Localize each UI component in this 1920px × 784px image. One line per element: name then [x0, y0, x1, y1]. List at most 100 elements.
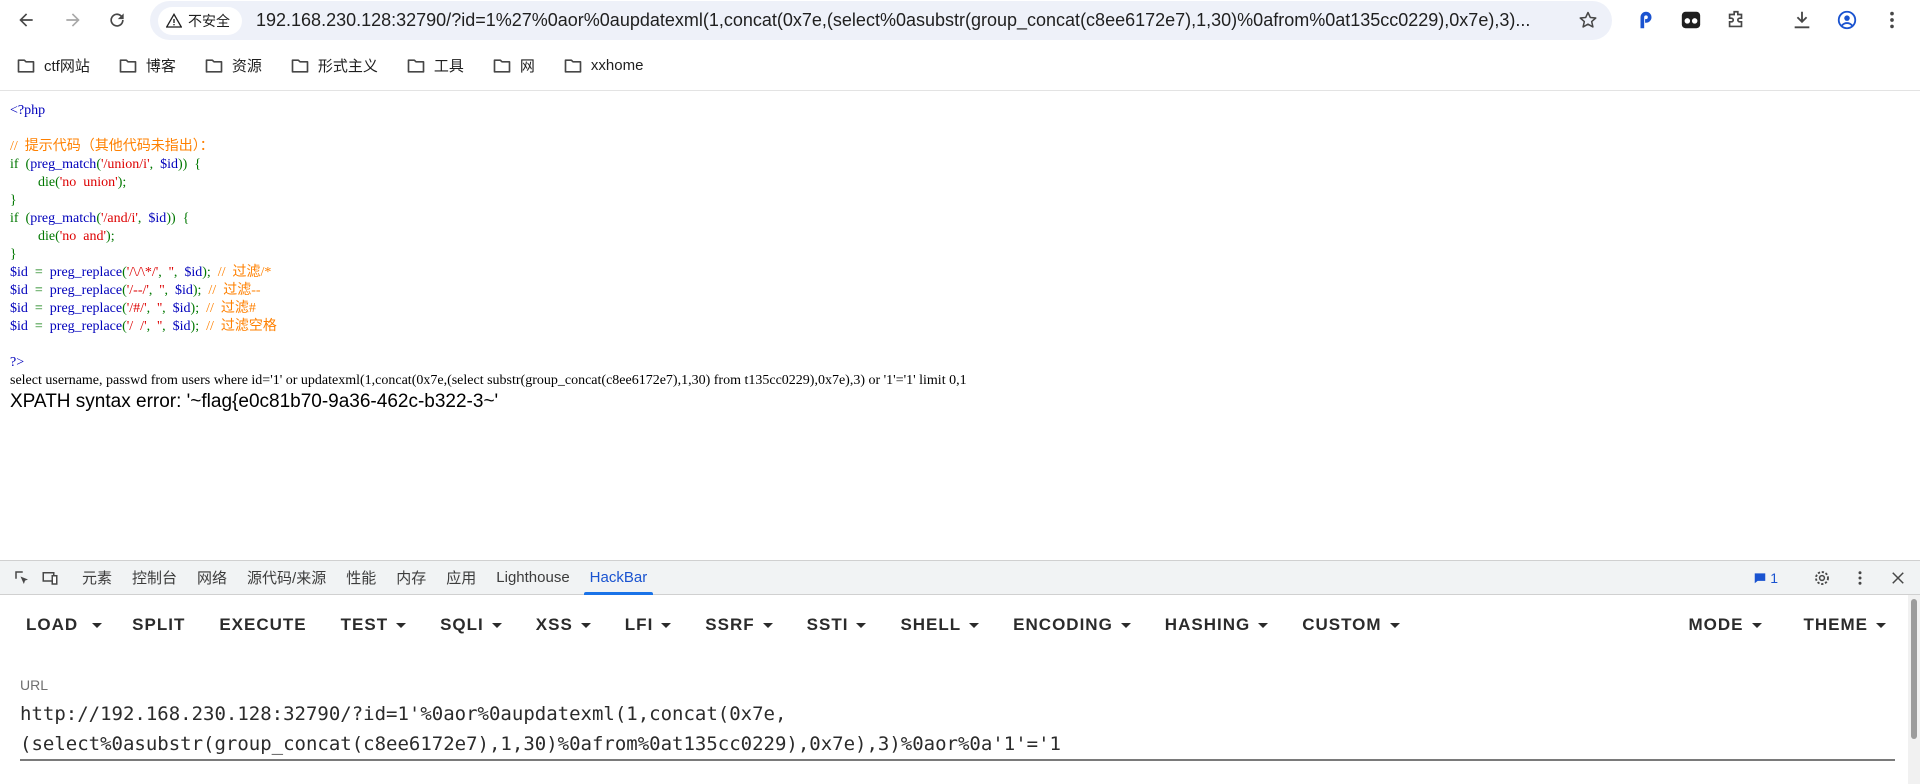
- code-token: =: [34, 319, 50, 334]
- code-line: }: [10, 247, 17, 262]
- code-token: ,: [146, 319, 158, 334]
- hackbar-ssrf-button[interactable]: SSRF: [705, 615, 773, 635]
- profile-button[interactable]: [1833, 6, 1861, 34]
- hackbar-load-dropdown[interactable]: [92, 622, 103, 628]
- code-token: 'no union': [59, 175, 118, 190]
- hackbar-test-button[interactable]: TEST: [340, 615, 407, 635]
- hackbar-button-label: SPLIT: [132, 615, 186, 634]
- code-token: $id: [10, 319, 35, 334]
- devtools-more-button[interactable]: [1846, 564, 1874, 592]
- devtools-tabs: 元素 控制台 网络 源代码/来源 性能 内存 应用 Lighthouse HackBar: [72, 561, 657, 595]
- code-token: '/and/i': [100, 211, 138, 226]
- device-icon: [42, 571, 58, 585]
- reload-button[interactable]: [101, 4, 133, 36]
- hackbar-encoding-button[interactable]: ENCODING: [1013, 615, 1131, 635]
- code-line: $id = preg_replace('/\/\*/', '', $id); /…: [10, 264, 1910, 282]
- hackbar-toolbar: LOAD SPLIT EXECUTE TEST SQLI XSS LFI SSRF SSTI S…: [0, 595, 1920, 655]
- bookmark-folder[interactable]: 网: [492, 55, 535, 76]
- hackbar-custom-button[interactable]: CUSTOM: [1302, 615, 1400, 635]
- device-toolbar-button[interactable]: [36, 564, 64, 592]
- code-token: ,: [137, 211, 149, 226]
- code-token: );: [117, 175, 127, 190]
- forward-button[interactable]: [57, 4, 89, 36]
- bookmark-star-button[interactable]: [1576, 8, 1600, 32]
- devtools-tab[interactable]: HackBar: [580, 561, 658, 595]
- issues-badge[interactable]: 1: [1753, 570, 1778, 586]
- back-button[interactable]: [10, 4, 42, 36]
- hackbar-button-label: EXECUTE: [219, 615, 307, 634]
- bookmark-folder[interactable]: 博客: [118, 55, 176, 76]
- code-token: );: [106, 229, 115, 244]
- code-token: ,: [173, 265, 185, 280]
- devtools-tab[interactable]: Lighthouse: [486, 561, 579, 595]
- caret-down-icon: [580, 622, 591, 628]
- bookmark-folder[interactable]: 工具: [406, 55, 464, 76]
- bookmark-folder[interactable]: xxhome: [563, 56, 643, 76]
- extension-p-icon: [1640, 11, 1652, 29]
- hackbar-url-input[interactable]: http://192.168.230.128:32790/?id=1'%0aor…: [20, 699, 1895, 761]
- hackbar-lfi-button[interactable]: LFI: [625, 615, 672, 635]
- code-token: $id: [172, 319, 191, 334]
- php-source-code: <?php // 提示代码（其他代码未指出）： if (preg_match('/u…: [10, 102, 1910, 372]
- code-token: ,: [146, 301, 158, 316]
- hackbar-shell-button[interactable]: SHELL: [900, 615, 980, 635]
- close-icon: [1892, 572, 1904, 584]
- code-token: die(: [10, 175, 60, 190]
- hackbar-scrollbar[interactable]: [1908, 595, 1920, 784]
- code-token: '/--/': [126, 283, 149, 298]
- download-icon: [1794, 11, 1810, 29]
- devtools-tab[interactable]: 应用: [436, 561, 486, 595]
- code-token: );: [190, 319, 207, 334]
- code-token: preg_replace: [49, 283, 123, 298]
- extension-p-button[interactable]: [1632, 6, 1660, 34]
- devtools-tab[interactable]: 性能: [336, 561, 386, 595]
- code-line: // 提示代码（其他代码未指出）：: [10, 139, 214, 154]
- devtools-tab[interactable]: 内存: [386, 561, 436, 595]
- hackbar-button-label: SQLI: [440, 615, 484, 634]
- code-token: );: [190, 301, 207, 316]
- scrollbar-thumb[interactable]: [1911, 599, 1917, 739]
- devtools-tab[interactable]: 元素: [72, 561, 122, 595]
- puzzle-icon: [1728, 10, 1743, 28]
- hackbar-load-button[interactable]: LOAD: [26, 615, 78, 635]
- hackbar-button-label: MODE: [1688, 615, 1744, 634]
- code-line: if (preg_match('/and/i', $id)) {: [10, 210, 1910, 228]
- caret-down-icon: [969, 622, 980, 628]
- hackbar-hashing-button[interactable]: HASHING: [1164, 615, 1269, 635]
- hackbar-split-button[interactable]: SPLIT: [132, 615, 185, 635]
- devtools-close-button[interactable]: [1884, 564, 1912, 592]
- hackbar-button-label: HASHING: [1164, 615, 1251, 634]
- devtools-tab[interactable]: 控制台: [122, 561, 187, 595]
- extension-glasses-button[interactable]: [1677, 6, 1705, 34]
- hackbar-mode-button[interactable]: MODE: [1689, 615, 1762, 635]
- code-token: ,: [162, 319, 173, 334]
- hackbar-right-buttons: MODE THEME: [1647, 595, 1886, 655]
- caret-down-icon: [1389, 622, 1400, 628]
- bookmark-folder[interactable]: 资源: [204, 55, 262, 76]
- hackbar-theme-button[interactable]: THEME: [1804, 615, 1886, 635]
- downloads-button[interactable]: [1788, 6, 1816, 34]
- security-chip[interactable]: 不安全: [158, 6, 242, 35]
- code-token: // 过滤--: [208, 283, 261, 298]
- extensions-button[interactable]: [1722, 6, 1750, 34]
- hackbar-button-label: TEST: [340, 615, 389, 634]
- devtools-actions: 1: [1753, 561, 1912, 595]
- hackbar-execute-button[interactable]: EXECUTE: [219, 615, 306, 635]
- code-line: $id = preg_replace('/--/', '', $id); // …: [10, 282, 1910, 300]
- hackbar-ssti-button[interactable]: SSTI: [807, 615, 867, 635]
- bookmark-folder[interactable]: ctf网站: [16, 55, 90, 76]
- devtools-settings-button[interactable]: [1808, 564, 1836, 592]
- address-text[interactable]: 192.168.230.128:32790/?id=1%27%0aor%0aup…: [256, 10, 1556, 31]
- hackbar-button-label: CUSTOM: [1302, 615, 1382, 634]
- inspect-element-button[interactable]: [8, 564, 36, 592]
- more-vert-icon: [1858, 571, 1862, 585]
- devtools-tab[interactable]: 源代码/来源: [237, 561, 336, 595]
- bookmark-folder[interactable]: 形式主义: [290, 55, 378, 76]
- devtools-tab[interactable]: 网络: [187, 561, 237, 595]
- menu-button[interactable]: [1878, 6, 1906, 34]
- code-token: preg_match: [30, 211, 97, 226]
- caret-down-icon: [1751, 622, 1762, 628]
- address-bar[interactable]: 不安全 192.168.230.128:32790/?id=1%27%0aor%…: [150, 1, 1612, 40]
- hackbar-sqli-button[interactable]: SQLI: [440, 615, 502, 635]
- hackbar-xss-button[interactable]: XSS: [536, 615, 591, 635]
